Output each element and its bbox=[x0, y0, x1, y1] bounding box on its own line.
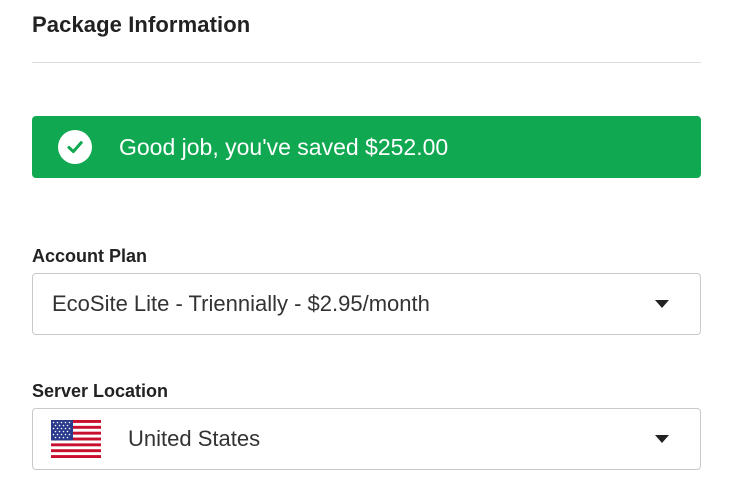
caret-down-icon bbox=[655, 435, 669, 443]
section-divider bbox=[32, 62, 701, 63]
section-title: Package Information bbox=[32, 12, 251, 37]
account-plan-label: Account Plan bbox=[32, 246, 148, 266]
us-flag-icon bbox=[51, 420, 101, 458]
server-location-selected-value: United States bbox=[128, 426, 261, 451]
account-plan-select[interactable]: EcoSite Lite - Triennially - $2.95/month bbox=[32, 273, 701, 335]
savings-banner: Good job, you've saved $252.00 bbox=[32, 116, 701, 178]
server-location-select[interactable]: United States bbox=[32, 408, 701, 470]
check-circle-icon bbox=[58, 130, 92, 164]
package-information-panel: Package Information Good job, you've sav… bbox=[0, 0, 730, 502]
caret-down-icon bbox=[655, 300, 669, 308]
server-location-label: Server Location bbox=[32, 381, 169, 401]
savings-message: Good job, you've saved $252.00 bbox=[119, 133, 449, 160]
account-plan-selected-value: EcoSite Lite - Triennially - $2.95/month bbox=[52, 291, 430, 316]
